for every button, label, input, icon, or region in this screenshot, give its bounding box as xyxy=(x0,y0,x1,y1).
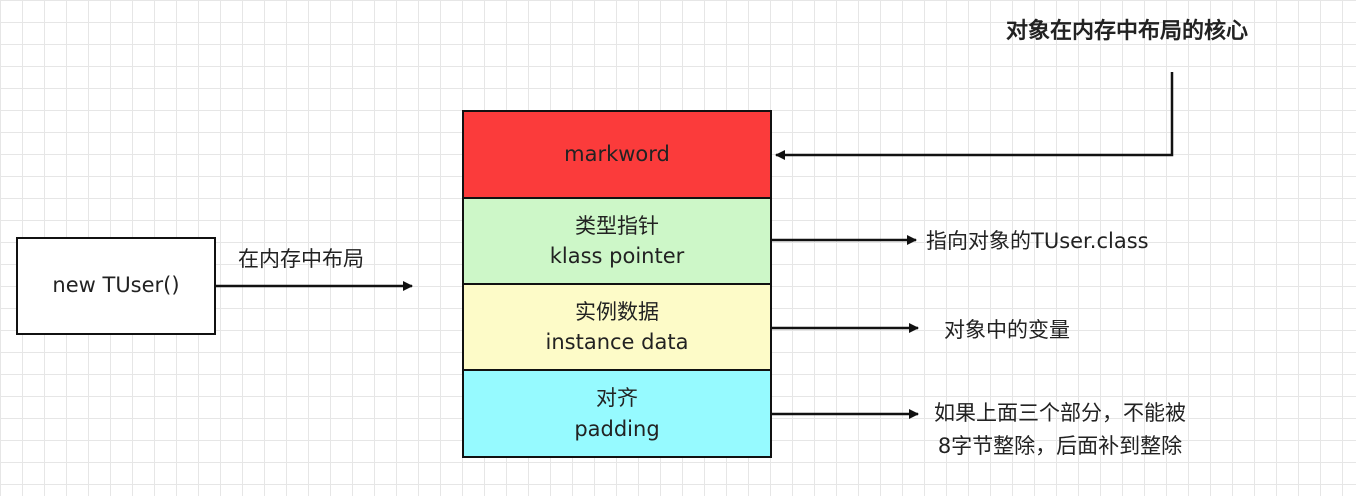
instance-data-label-en: instance data xyxy=(545,330,689,354)
padding-label-cn: 对齐 xyxy=(596,386,638,411)
padding-note-line1: 如果上面三个部分，不能被 xyxy=(934,401,1186,425)
klass-pointer-label-cn: 类型指针 xyxy=(575,213,659,238)
padding-note: 如果上面三个部分，不能被 8字节整除，后面补到整除 xyxy=(934,397,1186,462)
markword-block: markword xyxy=(462,110,772,199)
diagram-canvas: new TUser() 在内存中布局 markword 类型指针 klass p… xyxy=(0,0,1356,496)
instance-note: 对象中的变量 xyxy=(944,318,1070,342)
klass-note: 指向对象的TUser.class xyxy=(926,229,1149,253)
markword-label: markword xyxy=(564,142,670,167)
core-arrow xyxy=(775,72,1174,160)
padding-block: 对齐 padding xyxy=(462,369,772,458)
klass-pointer-block: 类型指针 klass pointer xyxy=(462,197,772,285)
new-tuser-label: new TUser() xyxy=(52,273,180,298)
klass-pointer-label-en: klass pointer xyxy=(549,244,685,268)
padding-label-en: padding xyxy=(574,416,660,441)
instance-data-block: 实例数据 instance data xyxy=(462,283,772,371)
instance-data-label-cn: 实例数据 xyxy=(575,299,659,324)
alloc-label: 在内存中布局 xyxy=(238,247,364,271)
core-label: 对象在内存中布局的核心 xyxy=(1006,19,1249,44)
padding-note-line2: 8字节整除，后面补到整除 xyxy=(937,433,1183,458)
new-tuser-box: new TUser() xyxy=(16,237,216,335)
